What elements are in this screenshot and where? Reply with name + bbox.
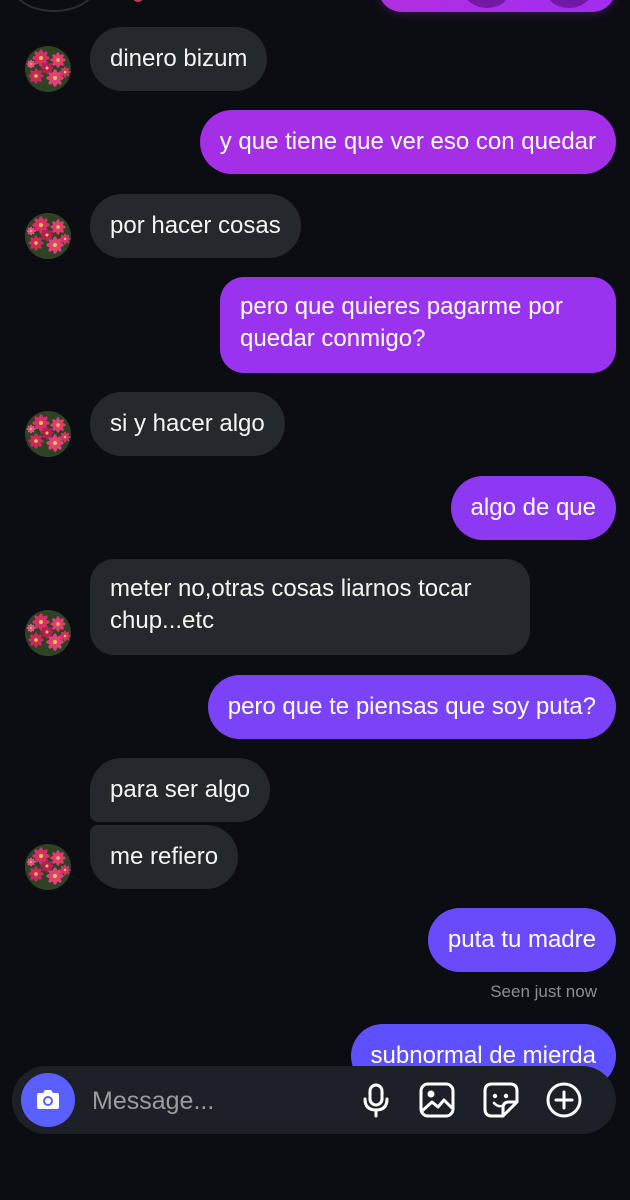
contact-avatar[interactable] [25,610,71,656]
message-bubble-incoming[interactable]: meter no,otras cosas liarnos tocar chup.… [90,559,530,655]
microphone-button[interactable] [356,1080,396,1120]
message-text: pero que te piensas que soy puta? [227,693,596,720]
sticker-icon [483,1082,519,1118]
message-bubble-incoming[interactable]: si y hacer algo [90,392,285,456]
contact-avatar[interactable] [25,213,71,259]
flower-avatar-image [25,213,71,259]
message-text: puta tu madre [447,926,596,953]
message-bubble-outgoing[interactable]: pero que quieres pagarme por quedar conm… [220,277,616,373]
message-text: pero que quieres pagarme por quedar conm… [240,293,563,352]
camera-icon [37,1090,59,1109]
gallery-icon [419,1082,455,1118]
partial-avatar [12,0,96,12]
message-bubble-outgoing[interactable]: y que tiene que ver eso con quedar [199,110,616,174]
message-text: dinero bizum [110,45,248,72]
message-bubble-incoming[interactable]: dinero bizum [90,27,268,91]
plus-circle-icon [546,1082,582,1118]
message-composer [12,1066,616,1134]
contact-avatar[interactable] [25,411,71,457]
flower-avatar-image [25,844,71,890]
camera-button[interactable] [21,1073,75,1127]
message-text: para ser algo [110,776,251,803]
message-text: me refiero [110,843,219,870]
message-bubble-incoming[interactable]: por hacer cosas [90,194,301,258]
more-button[interactable] [544,1080,584,1120]
partial-avatar-edge [132,0,144,2]
message-bubble-incoming[interactable]: me refiero [90,825,239,889]
flower-avatar-image [25,610,71,656]
message-text: meter no,otras cosas liarnos tocar chup.… [110,575,472,634]
flower-avatar-image [25,411,71,457]
chat-thread[interactable]: dinero bizum y que tiene que ver eso con… [0,0,630,1200]
contact-avatar[interactable] [25,844,71,890]
message-text: y que tiene que ver eso con quedar [219,128,596,155]
message-text: por hacer cosas [110,212,281,239]
gallery-button[interactable] [417,1080,457,1120]
seen-status: Seen just now [490,982,597,1001]
message-bubble-outgoing[interactable]: pero que te piensas que soy puta? [207,675,616,739]
message-input[interactable] [90,1080,344,1122]
contact-avatar[interactable] [25,46,71,92]
message-bubble-incoming[interactable]: para ser algo [90,758,271,822]
microphone-icon [363,1083,389,1118]
sticker-button[interactable] [481,1080,521,1120]
message-bubble-outgoing[interactable]: algo de que [450,476,616,540]
message-bubble-outgoing[interactable]: puta tu madre [427,908,616,972]
partial-shared-post[interactable] [378,0,616,12]
message-text: algo de que [470,494,596,521]
flower-avatar-image [25,46,71,92]
message-text: si y hacer algo [110,410,265,437]
